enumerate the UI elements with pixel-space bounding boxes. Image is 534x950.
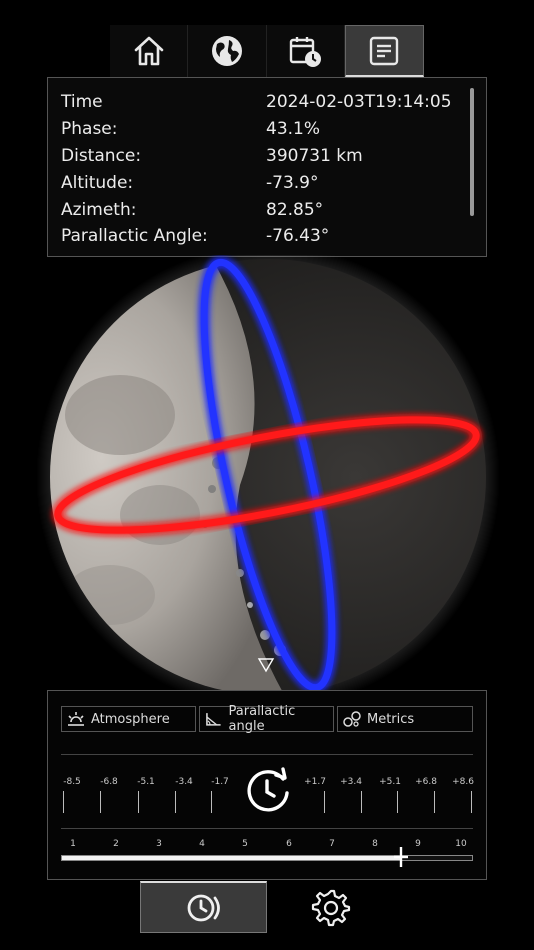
tick-label: -8.5 [63,777,81,787]
scale-label: 2 [113,839,119,849]
clock-orbit-icon [187,894,220,921]
info-row-distance: Distance: 390731 km [61,143,481,170]
reset-time-button[interactable] [243,765,293,815]
slider-thumb[interactable] [392,846,410,868]
parallactic-angle-toggle[interactable]: Parallactic angle [199,704,334,734]
tick-mark[interactable] [63,791,64,813]
globe-icon [211,36,242,66]
info-row-time: Time 2024-02-03T19:14:05 [61,89,481,116]
slider-fill [62,856,402,860]
tab-globe[interactable] [188,25,267,77]
clock-refresh-icon [247,767,289,812]
scale-label: 9 [415,839,421,849]
info-value: 82.85° [266,200,324,220]
scale-label: 8 [372,839,378,849]
info-value: -76.43° [266,226,330,246]
metrics-label: Metrics [367,711,415,727]
info-label: Phase: [61,119,118,139]
moon-illustration [36,245,500,709]
tab-info[interactable] [344,25,424,77]
speed-slider[interactable] [61,855,473,861]
tab-time[interactable] [140,881,267,933]
calendar-clock-icon [289,37,322,67]
tick-label: -3.4 [175,777,193,787]
info-row-parallactic: Parallactic Angle: -76.43° [61,223,481,250]
tick-mark[interactable] [471,791,472,813]
angle-icon [206,713,221,726]
tab-calendar[interactable] [267,25,345,77]
scale-label: 7 [329,839,335,849]
bottom-tab-bar [140,881,394,933]
tick-label: +8.6 [452,777,474,787]
atmosphere-toggle[interactable]: Atmosphere [61,706,196,732]
info-row-altitude: Altitude: -73.9° [61,170,481,197]
moon-view[interactable] [0,245,534,709]
scale-label: 5 [242,839,248,849]
tick-mark[interactable] [138,791,139,813]
info-label: Azimeth: [61,200,137,220]
tick-label: +1.7 [304,777,326,787]
scale-label: 4 [199,839,205,849]
divider [61,828,473,829]
home-icon [134,36,163,66]
info-panel: Time 2024-02-03T19:14:05 Phase: 43.1% Di… [47,77,487,257]
info-value: -73.9° [266,173,319,193]
info-label: Time [61,92,103,112]
metrics-toggle[interactable]: Metrics [337,706,473,732]
info-scrollbar[interactable] [470,88,474,216]
scale-label: 1 [70,839,76,849]
top-tab-bar [110,25,424,77]
info-value: 43.1% [266,119,321,139]
tick-label: +3.4 [340,777,362,787]
tick-mark[interactable] [211,791,212,813]
tick-label: -6.8 [100,777,118,787]
tab-home[interactable] [110,25,189,77]
info-value: 2024-02-03T19:14:05 [266,92,452,112]
tick-mark[interactable] [175,791,176,813]
info-row-phase: Phase: 43.1% [61,116,481,143]
tick-mark[interactable] [324,791,325,813]
metrics-icon [343,711,361,727]
tick-mark[interactable] [361,791,362,813]
tick-mark[interactable] [100,791,101,813]
info-value: 390731 km [266,146,363,166]
scale-label: 10 [455,839,467,849]
tick-mark[interactable] [397,791,398,813]
tick-mark[interactable] [434,791,435,813]
tab-settings[interactable] [267,881,394,933]
sunrise-icon [68,712,84,726]
document-icon [370,36,399,65]
info-label: Parallactic Angle: [61,226,208,246]
tick-label: -5.1 [137,777,155,787]
gear-icon [311,889,350,927]
divider [61,754,473,755]
info-label: Altitude: [61,173,134,193]
scale-label: 6 [286,839,292,849]
control-panel: Atmosphere Parallactic angle Metrics -8.… [47,690,487,880]
tick-label: -1.7 [211,777,229,787]
tick-label: +5.1 [379,777,401,787]
parallactic-label: Parallactic angle [228,704,296,734]
atmosphere-label: Atmosphere [91,711,170,727]
scale-label: 3 [156,839,162,849]
info-label: Distance: [61,146,142,166]
tick-label: +6.8 [415,777,437,787]
info-row-azimuth: Azimeth: 82.85° [61,197,481,224]
